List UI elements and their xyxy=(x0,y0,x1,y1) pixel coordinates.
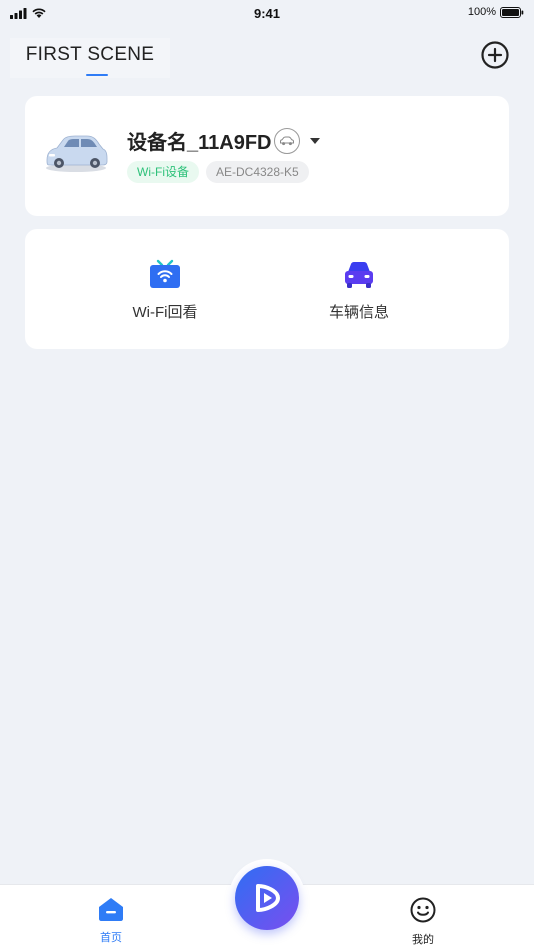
wifi-device-tag: Wi-Fi设备 xyxy=(127,161,199,183)
scene-tab-underline xyxy=(86,74,108,76)
tab-home-label: 首页 xyxy=(100,932,122,944)
features-card: Wi-Fi回看 车辆信息 xyxy=(25,229,509,349)
scene-title: FIRST SCENE xyxy=(25,44,155,65)
play-logo-icon xyxy=(256,884,280,912)
center-play-button[interactable] xyxy=(235,866,299,930)
header: FIRST SCENE xyxy=(0,30,534,90)
tab-home[interactable]: 首页 xyxy=(71,897,151,945)
battery-icon xyxy=(500,6,524,18)
add-circle-icon[interactable] xyxy=(480,40,510,70)
battery-percent: 100% xyxy=(467,6,496,18)
car-badge-icon xyxy=(273,127,300,154)
device-model-tag: AE-DC4328-K5 xyxy=(206,161,309,183)
device-card[interactable]: 设备名_11A9FD Wi-Fi设备 AE-DC4328-K5 xyxy=(25,96,509,216)
feature-wifi-playback[interactable]: Wi-Fi回看 xyxy=(95,257,235,322)
car-info-icon xyxy=(345,262,373,288)
car-image xyxy=(46,135,108,172)
status-time: 9:41 xyxy=(253,6,281,21)
battery-indicator: 100% xyxy=(468,6,524,18)
device-name: 设备名_11A9FD xyxy=(127,132,272,154)
feature-label: 车辆信息 xyxy=(328,304,389,321)
tab-mine-label: 我的 xyxy=(412,934,434,946)
smiley-icon xyxy=(410,897,436,923)
status-bar: 9:41 100% xyxy=(0,0,534,28)
device-name-row[interactable]: 设备名_11A9FD xyxy=(127,126,320,155)
home-icon xyxy=(99,898,123,921)
scene-tab[interactable]: FIRST SCENE xyxy=(10,38,170,78)
chevron-down-icon[interactable] xyxy=(309,137,320,144)
tab-mine[interactable]: 我的 xyxy=(383,897,463,947)
feature-car-info[interactable]: 车辆信息 xyxy=(289,257,429,322)
device-tags: Wi-Fi设备 AE-DC4328-K5 xyxy=(127,161,309,183)
wifi-playback-icon xyxy=(150,259,180,288)
feature-label: Wi-Fi回看 xyxy=(132,304,198,321)
